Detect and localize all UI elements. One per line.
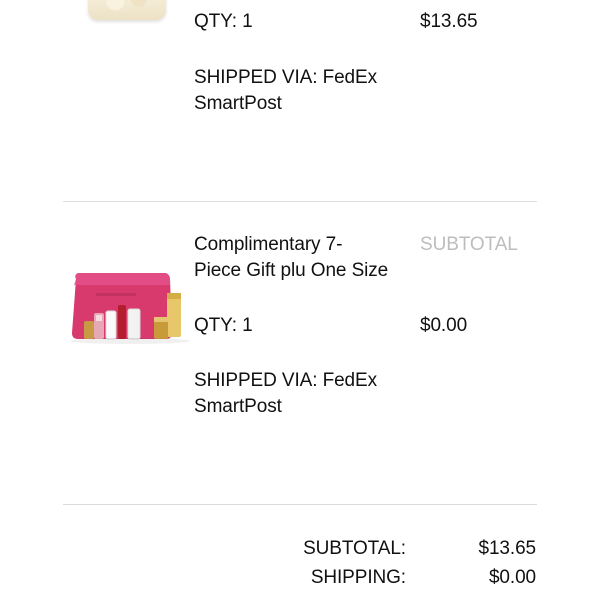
summary-subtotal-label: SUBTOTAL: — [303, 538, 406, 559]
item-2-qty: QTY: 1 — [194, 315, 253, 336]
item-2-price: $0.00 — [420, 315, 468, 336]
item-2-name-line-2: Piece Gift plu One Size — [194, 260, 389, 281]
item-2-name-line-1: Complimentary 7- — [194, 234, 343, 255]
item-divider — [63, 201, 537, 202]
summary-subtotal-value: $13.65 — [478, 538, 536, 559]
subtotal-column-header: SUBTOTAL — [420, 234, 518, 255]
item-1-shipping-carrier: SmartPost — [194, 93, 282, 114]
summary-divider — [63, 504, 537, 505]
item-2-shipping-method: SHIPPED VIA: FedEx — [194, 370, 377, 391]
item-1-shipping-method: SHIPPED VIA: FedEx — [194, 67, 377, 88]
item-1-price: $13.65 — [420, 11, 478, 32]
summary-shipping-label: SHIPPING: — [310, 567, 406, 588]
order-details-page: QTY: 1 $13.65 SHIPPED VIA: FedEx SmartPo… — [0, 0, 600, 600]
item-2-shipping-carrier: SmartPost — [194, 396, 282, 417]
item-1-qty: QTY: 1 — [194, 11, 253, 32]
summary-shipping-value: $0.00 — [488, 567, 536, 588]
product-image-item-2[interactable] — [66, 265, 192, 345]
product-image-item-1[interactable] — [88, 0, 166, 20]
